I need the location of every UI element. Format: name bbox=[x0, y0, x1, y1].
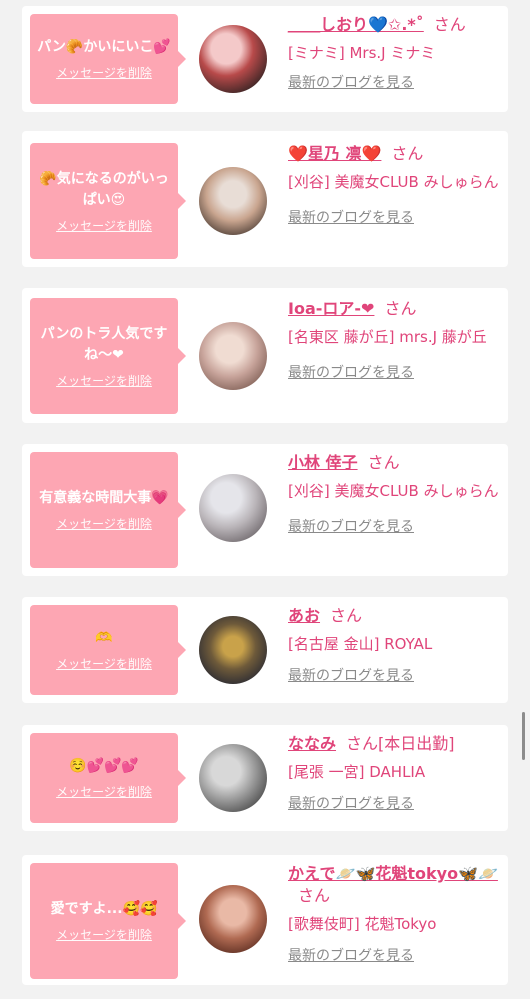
shop-text: [歌舞伎町] 花魁Tokyo bbox=[288, 915, 437, 933]
shop-text: [名古屋 金山] ROYAL bbox=[288, 635, 433, 653]
message-text: パンのトラ人気ですね〜❤ bbox=[40, 325, 168, 363]
delete-message-link[interactable]: メッセージを削除 bbox=[56, 372, 152, 389]
delete-message-link[interactable]: メッセージを削除 bbox=[56, 783, 152, 800]
honorific: さん bbox=[433, 15, 466, 34]
message-bubble: 🥐気になるのがいっぱい😍 メッセージを削除 bbox=[30, 143, 186, 259]
latest-blog-link[interactable]: 最新のブログを見る bbox=[288, 945, 414, 965]
message-bubble: パン🥐かいにいこ💕 メッセージを削除 bbox=[30, 14, 186, 104]
shop-text: [尾張 一宮] DAHLIA bbox=[288, 763, 426, 781]
honorific: さん bbox=[384, 299, 417, 318]
avatar[interactable] bbox=[199, 474, 267, 542]
user-name-link[interactable]: Ioa-ロア-❤ bbox=[288, 299, 374, 318]
scrollbar-thumb[interactable] bbox=[522, 712, 525, 760]
message-text: ☺️💕💕💕 bbox=[69, 758, 139, 774]
latest-blog-link[interactable]: 最新のブログを見る bbox=[288, 793, 414, 813]
list-item: パン🥐かいにいこ💕 メッセージを削除 ＿＿しおり💙✩.*˚ さん [ミナミ] Mr… bbox=[22, 6, 508, 112]
message-text: 🥐気になるのがいっぱい😍 bbox=[39, 170, 169, 208]
message-text: 🫶 bbox=[95, 630, 113, 646]
latest-blog-link[interactable]: 最新のブログを見る bbox=[288, 362, 414, 382]
avatar[interactable] bbox=[199, 885, 267, 953]
user-name-link[interactable]: ＿＿しおり💙✩.*˚ bbox=[288, 15, 424, 34]
message-bubble: 愛ですよ...🥰🥰 メッセージを削除 bbox=[30, 863, 186, 979]
delete-message-link[interactable]: メッセージを削除 bbox=[56, 515, 152, 532]
latest-blog-link[interactable]: 最新のブログを見る bbox=[288, 516, 414, 536]
delete-message-link[interactable]: メッセージを削除 bbox=[56, 64, 152, 81]
honorific: さん bbox=[391, 144, 424, 163]
list-item: ☺️💕💕💕 メッセージを削除 ななみ さん[本日出勤] [尾張 一宮] DAHLI… bbox=[22, 725, 508, 831]
user-name-link[interactable]: かえで🪐🦋花魁tokyo🦋🪐 bbox=[288, 864, 498, 883]
honorific: さん[本日出勤] bbox=[346, 734, 455, 753]
delete-message-link[interactable]: メッセージを削除 bbox=[56, 217, 152, 234]
user-name-link[interactable]: ななみ bbox=[288, 734, 336, 753]
shop-text: [名東区 藤が丘] mrs.J 藤が丘 bbox=[288, 328, 487, 346]
user-name-link[interactable]: あお bbox=[288, 606, 320, 625]
list-item: パンのトラ人気ですね〜❤ メッセージを削除 Ioa-ロア-❤ さん [名東区 藤が… bbox=[22, 288, 508, 423]
message-bubble: 🫶 メッセージを削除 bbox=[30, 605, 186, 695]
message-text: パン🥐かいにいこ💕 bbox=[37, 39, 171, 55]
honorific: さん bbox=[367, 453, 400, 472]
shop-text: [刈谷] 美魔女CLUB みしゅらん bbox=[288, 173, 499, 191]
user-name-link[interactable]: ❤️星乃 凛❤️ bbox=[288, 144, 381, 163]
avatar[interactable] bbox=[199, 25, 267, 93]
avatar[interactable] bbox=[199, 167, 267, 235]
list-item: 🥐気になるのがいっぱい😍 メッセージを削除 ❤️星乃 凛❤️ さん [刈谷] 美魔… bbox=[22, 131, 508, 267]
message-text: 有意義な時間大事💗 bbox=[39, 490, 169, 506]
latest-blog-link[interactable]: 最新のブログを見る bbox=[288, 207, 414, 227]
avatar[interactable] bbox=[199, 616, 267, 684]
honorific: さん bbox=[298, 886, 331, 905]
latest-blog-link[interactable]: 最新のブログを見る bbox=[288, 72, 414, 92]
list-item: 🫶 メッセージを削除 あお さん [名古屋 金山] ROYAL 最新のブログを見る bbox=[22, 597, 508, 703]
avatar[interactable] bbox=[199, 744, 267, 812]
latest-blog-link[interactable]: 最新のブログを見る bbox=[288, 665, 414, 685]
user-name-link[interactable]: 小林 倖子 bbox=[288, 453, 358, 472]
list-item: 愛ですよ...🥰🥰 メッセージを削除 かえで🪐🦋花魁tokyo🦋🪐 さん [歌舞伎… bbox=[22, 855, 508, 985]
delete-message-link[interactable]: メッセージを削除 bbox=[56, 655, 152, 672]
list-item: 有意義な時間大事💗 メッセージを削除 小林 倖子 さん [刈谷] 美魔女CLUB … bbox=[22, 444, 508, 576]
shop-text: [刈谷] 美魔女CLUB みしゅらん bbox=[288, 482, 499, 500]
honorific: さん bbox=[330, 606, 363, 625]
shop-text: [ミナミ] Mrs.J ミナミ bbox=[288, 44, 436, 62]
avatar[interactable] bbox=[199, 322, 267, 390]
message-bubble: パンのトラ人気ですね〜❤ メッセージを削除 bbox=[30, 298, 186, 414]
message-bubble: 有意義な時間大事💗 メッセージを削除 bbox=[30, 452, 186, 568]
favorite-list: パン🥐かいにいこ💕 メッセージを削除 ＿＿しおり💙✩.*˚ さん [ミナミ] Mr… bbox=[0, 0, 530, 999]
message-bubble: ☺️💕💕💕 メッセージを削除 bbox=[30, 733, 186, 823]
delete-message-link[interactable]: メッセージを削除 bbox=[56, 926, 152, 943]
message-text: 愛ですよ...🥰🥰 bbox=[50, 901, 158, 917]
